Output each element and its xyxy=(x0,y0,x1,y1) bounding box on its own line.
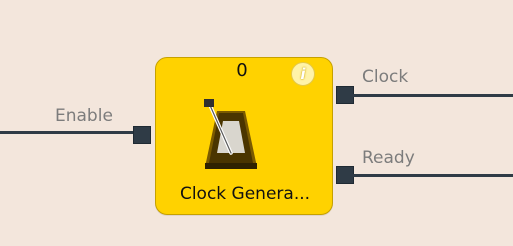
ready-output-pin[interactable] xyxy=(336,166,354,184)
enable-label: Enable xyxy=(55,106,113,126)
block-title: Clock Genera... xyxy=(179,186,311,203)
clock-wire[interactable] xyxy=(353,94,513,97)
info-icon[interactable]: i xyxy=(291,62,315,86)
ready-label: Ready xyxy=(362,148,415,168)
ready-wire[interactable] xyxy=(353,174,513,177)
diagram-canvas[interactable]: Enable Clock Ready 0 i Clock Genera... xyxy=(0,0,513,246)
metronome-icon xyxy=(204,99,257,169)
enable-wire[interactable] xyxy=(0,131,137,134)
clock-label: Clock xyxy=(362,67,409,87)
block-counter: 0 xyxy=(236,60,248,81)
clock-output-pin[interactable] xyxy=(336,86,354,104)
enable-input-pin[interactable] xyxy=(133,126,151,144)
